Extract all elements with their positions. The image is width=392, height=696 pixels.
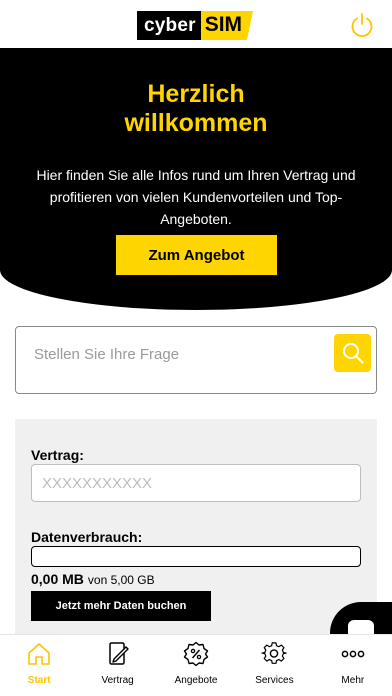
contract-card: Vertrag: XXXXXXXXXXX Datenverbrauch: 0,0… <box>15 419 377 649</box>
hero-title: Herzlich willkommen <box>0 80 392 138</box>
welcome-hero: Herzlich willkommen Hier finden Sie alle… <box>0 48 392 310</box>
contract-field[interactable]: XXXXXXXXXXX <box>31 464 361 502</box>
offer-button[interactable]: Zum Angebot <box>116 235 277 275</box>
cybersim-logo: cyber SIM <box>137 11 254 40</box>
search-button[interactable] <box>334 334 371 372</box>
tab-label: Angebote <box>174 675 218 686</box>
data-total-value: von 5,00 GB <box>87 573 155 587</box>
buy-more-data-button[interactable]: Jetzt mehr Daten buchen <box>31 591 211 621</box>
data-usage-label: Datenverbrauch: <box>31 529 143 545</box>
search-box[interactable]: Stellen Sie Ihre Frage <box>15 326 377 394</box>
hero-title-text: Herzlich willkommen <box>124 80 268 137</box>
tab-label: Start <box>27 675 51 686</box>
tab-label: Mehr <box>341 675 365 686</box>
tab-label: Services <box>255 675 294 686</box>
more-dots-icon <box>341 650 365 658</box>
tab-start[interactable]: Start <box>0 635 78 696</box>
gear-icon <box>261 642 288 664</box>
data-used-value: 0,00 MB <box>31 571 84 587</box>
contract-label: Vertrag: <box>31 447 84 463</box>
hero-text: Hier finden Sie alle Infos rund um Ihren… <box>36 167 356 227</box>
tab-vertrag[interactable]: Vertrag <box>78 635 156 696</box>
percent-badge-icon <box>183 641 209 667</box>
bottom-tab-bar: Start Vertrag Angebote Services Mehr <box>0 634 392 696</box>
power-icon[interactable] <box>348 11 376 39</box>
app-header: cyber SIM <box>0 0 392 48</box>
data-usage-bar <box>31 546 361 567</box>
logo-text-sim: SIM <box>200 11 254 40</box>
tab-services[interactable]: Services <box>235 635 313 696</box>
search-icon <box>342 343 364 364</box>
search-input[interactable]: Stellen Sie Ihre Frage <box>34 346 179 363</box>
logo-text-cyber: cyber <box>137 11 201 40</box>
tab-angebote[interactable]: Angebote <box>157 635 235 696</box>
tab-mehr[interactable]: Mehr <box>314 635 392 696</box>
tab-label: Vertrag <box>101 675 134 686</box>
data-usage-text: 0,00 MB von 5,00 GB <box>31 571 155 587</box>
contract-icon <box>108 642 129 665</box>
home-icon <box>28 643 51 665</box>
